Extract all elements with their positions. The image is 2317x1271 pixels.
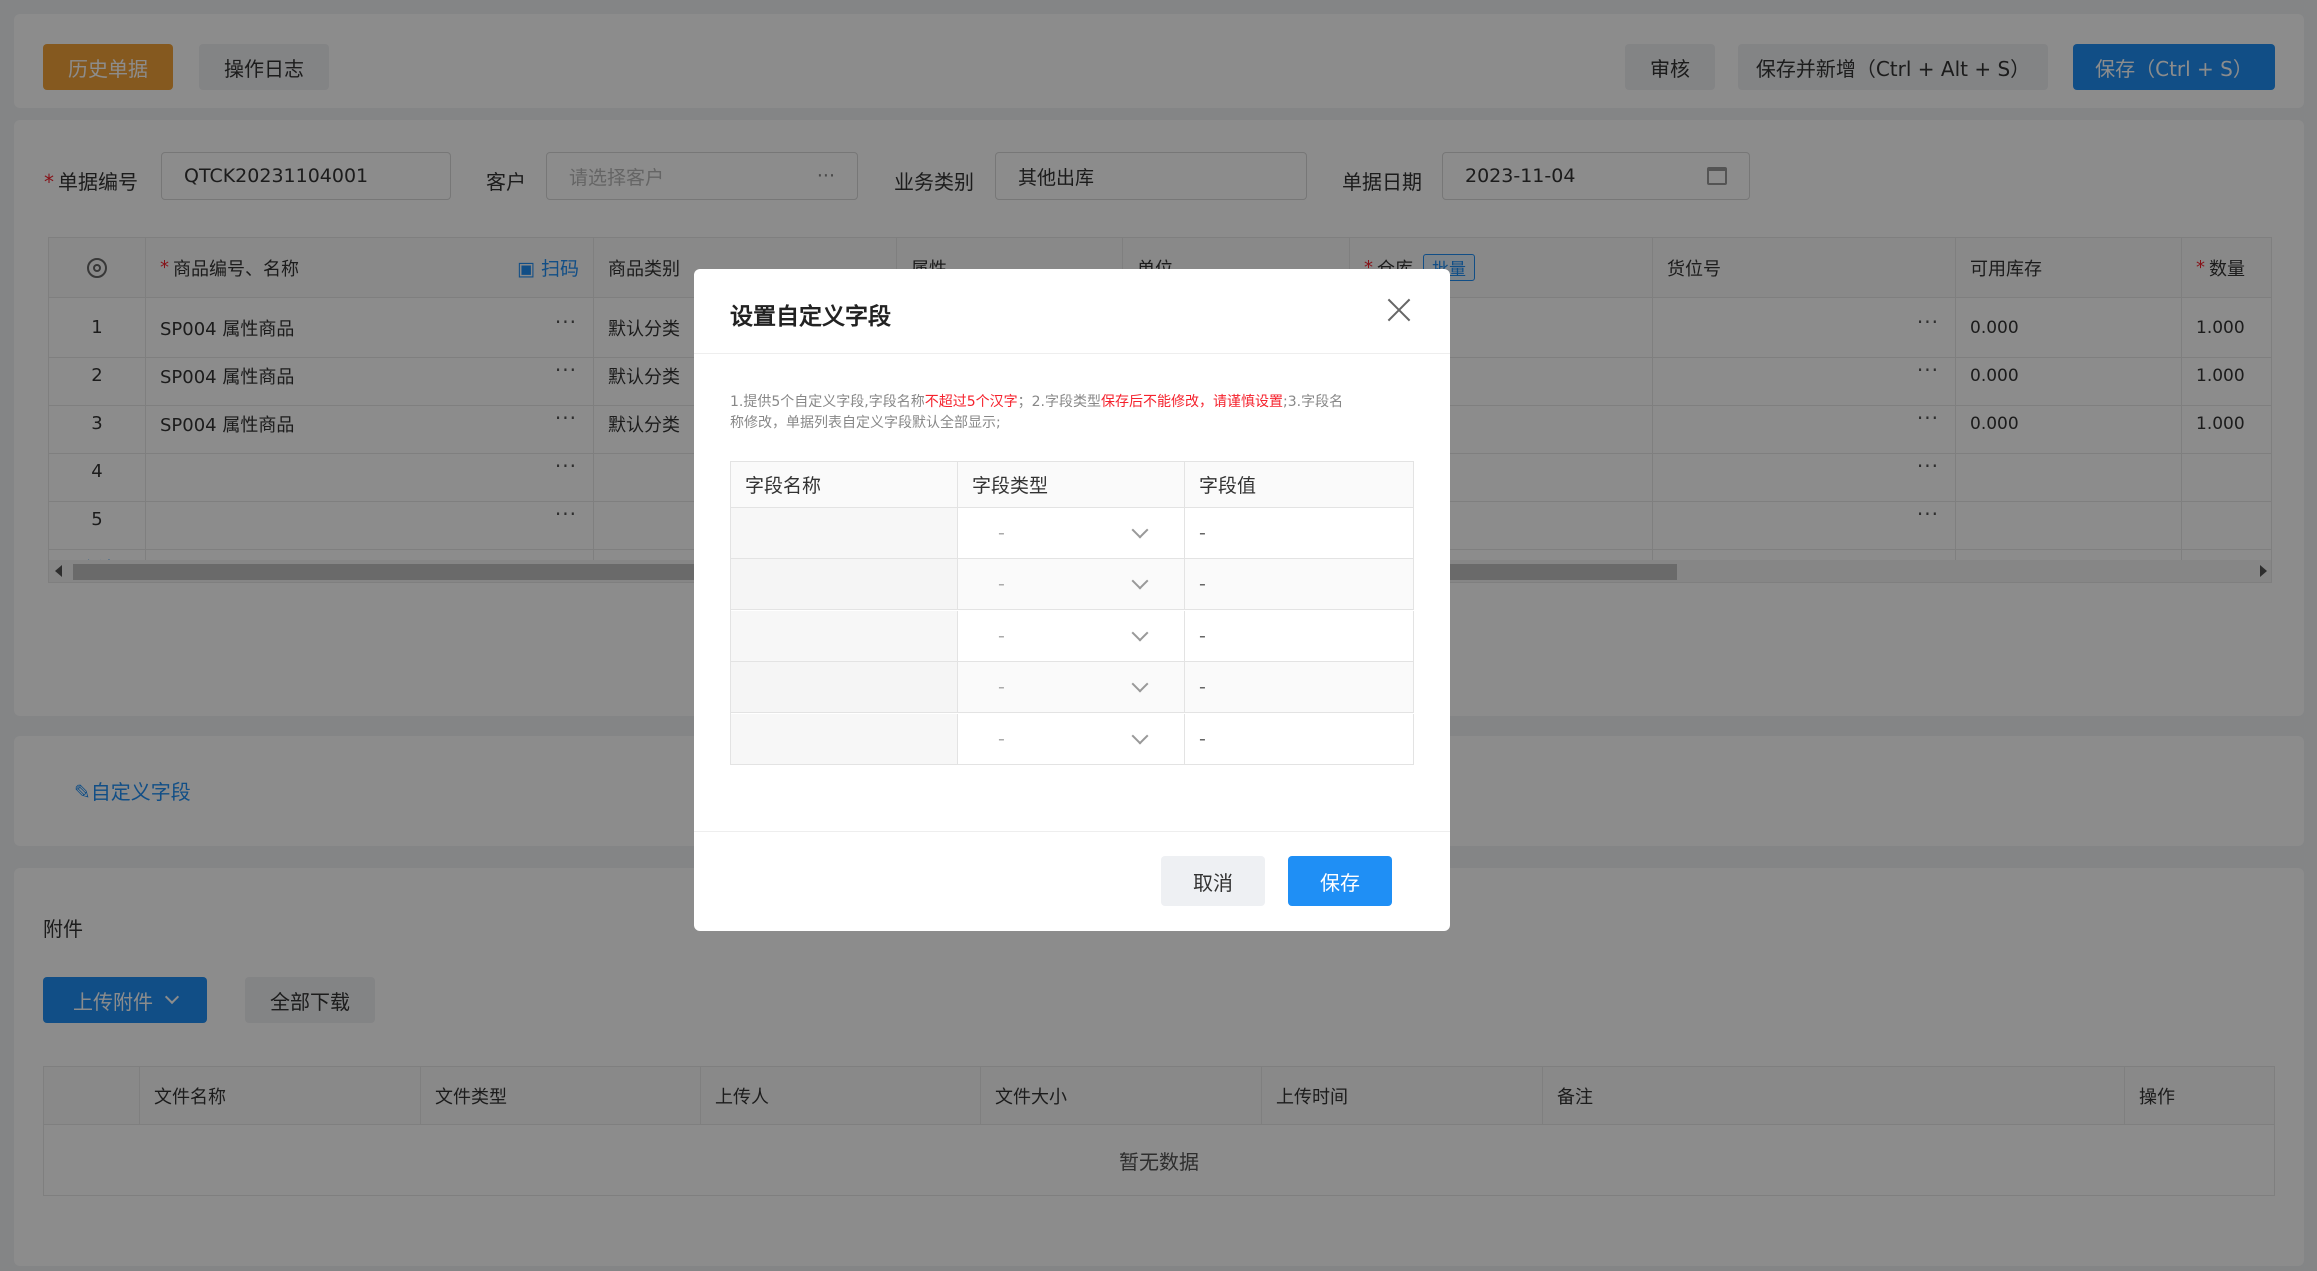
dialog-footer-divider (694, 831, 1450, 832)
col-field-type: 字段类型 (958, 462, 1185, 508)
custom-field-rows: ---------- (731, 508, 1414, 765)
field-type-select[interactable]: - (958, 559, 1185, 611)
field-type-select[interactable]: - (958, 662, 1185, 714)
col-field-name: 字段名称 (731, 462, 958, 508)
chevron-down-icon (1131, 675, 1149, 693)
field-type-select[interactable]: - (958, 610, 1185, 662)
field-value-input[interactable]: - (1185, 610, 1414, 662)
field-value-input[interactable]: - (1185, 559, 1414, 611)
field-value-input[interactable]: - (1185, 713, 1414, 765)
custom-field-dialog: 设置自定义字段 1.提供5个自定义字段,字段名称不超过5个汉字；2.字段类型保存… (694, 269, 1450, 931)
chevron-down-icon (1131, 727, 1149, 745)
dialog-note: 1.提供5个自定义字段,字段名称不超过5个汉字；2.字段类型保存后不能修改，请谨… (730, 394, 1344, 431)
chevron-down-icon (1131, 624, 1149, 642)
field-type-select[interactable]: - (958, 713, 1185, 765)
chevron-down-icon (1131, 521, 1149, 539)
field-name-input[interactable] (731, 610, 958, 662)
field-type-select[interactable]: - (958, 508, 1185, 559)
dialog-header-divider (694, 353, 1450, 354)
field-name-input[interactable] (731, 713, 958, 765)
field-name-input[interactable] (731, 508, 958, 559)
dialog-cancel-button[interactable]: 取消 (1161, 856, 1265, 906)
custom-field-table: 字段名称 字段类型 字段值 ---------- (730, 461, 1414, 765)
close-icon[interactable] (1384, 295, 1414, 325)
field-value-input[interactable]: - (1185, 508, 1414, 559)
field-value-input[interactable]: - (1185, 662, 1414, 714)
dialog-title: 设置自定义字段 (730, 304, 891, 330)
field-name-input[interactable] (731, 662, 958, 714)
chevron-down-icon (1131, 572, 1149, 590)
dialog-save-button[interactable]: 保存 (1288, 856, 1392, 906)
col-field-value: 字段值 (1185, 462, 1414, 508)
field-name-input[interactable] (731, 559, 958, 611)
